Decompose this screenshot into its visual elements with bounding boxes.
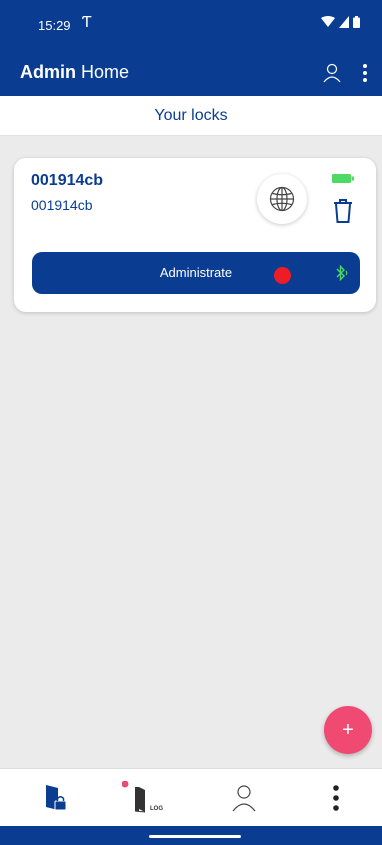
carrier-icon: Ƭ — [82, 14, 92, 31]
nav-item-users[interactable] — [224, 781, 264, 815]
bluetooth-icon — [336, 264, 348, 282]
system-nav-bar — [0, 826, 382, 845]
user-icon — [323, 63, 341, 83]
menu-dot-icon — [363, 78, 367, 82]
door-lock-icon — [46, 785, 67, 811]
app-page: Home — [81, 62, 130, 82]
add-lock-button[interactable]: + — [324, 706, 372, 754]
lock-name: 001914cb — [31, 172, 104, 189]
more-vertical-icon — [333, 785, 339, 811]
app-title: Admin Home — [20, 62, 129, 83]
status-bar: 15:29 Ƭ — [0, 0, 382, 52]
globe-icon — [269, 186, 295, 212]
user-profile-button[interactable] — [322, 62, 342, 84]
plus-icon: + — [342, 718, 354, 741]
bottom-navigation: LOG — [0, 768, 382, 826]
administrate-label: Administrate — [159, 265, 233, 280]
app-bar: Admin Home — [0, 52, 382, 96]
section-title: Your locks — [0, 96, 382, 136]
overflow-menu-button[interactable] — [360, 62, 370, 84]
signal-icon — [339, 16, 349, 28]
lock-id: 001914cb — [31, 197, 93, 213]
delete-lock-button[interactable] — [332, 198, 354, 224]
status-icons — [321, 16, 360, 28]
lock-card[interactable]: 001914cb 001914cb Administrate — [14, 158, 376, 312]
nav-item-more[interactable] — [316, 781, 356, 815]
app-role: Admin — [20, 62, 76, 82]
menu-dot-icon — [363, 71, 367, 75]
remote-access-button[interactable] — [257, 174, 307, 224]
status-time: 15:29 — [38, 18, 71, 33]
administrate-button[interactable]: Administrate — [32, 252, 360, 294]
user-icon — [232, 785, 256, 812]
home-gesture-handle[interactable] — [149, 835, 241, 838]
connection-status-indicator — [274, 267, 291, 284]
trash-icon — [334, 199, 352, 223]
battery-status-icon — [353, 16, 360, 28]
wifi-icon — [321, 16, 335, 27]
log-label: LOG — [150, 806, 163, 812]
battery-icon — [332, 174, 354, 183]
nav-item-locks[interactable] — [36, 781, 76, 815]
menu-dot-icon — [363, 64, 367, 68]
nav-item-log[interactable]: LOG — [122, 781, 168, 815]
